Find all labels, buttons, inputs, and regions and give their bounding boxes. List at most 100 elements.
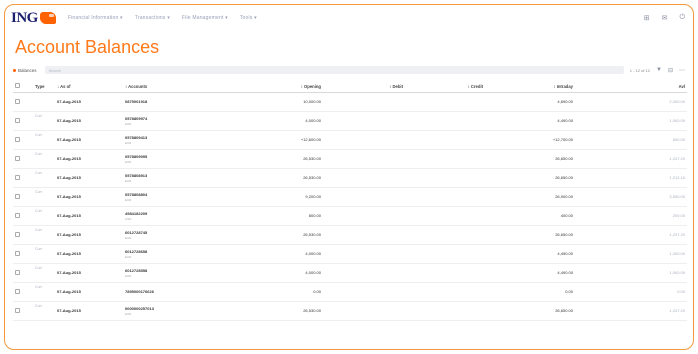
account-cell[interactable]: 6012728658 EUR (123, 244, 233, 264)
row-checkbox[interactable] (15, 136, 20, 142)
table-row[interactable]: Curr 07-Aug-2015 7895000176626 0.00 0.00 0.00 (13, 282, 687, 302)
col-intraday[interactable]: ↕ Intraday (485, 81, 575, 93)
credit-cell (405, 92, 485, 112)
col-type[interactable]: Type (33, 81, 55, 93)
col-as-of[interactable]: ↓ As of (55, 81, 123, 93)
account-currency: EUR (125, 235, 132, 240)
table-row[interactable]: Curr 07-Aug-2015 0578809095 EUR 26,530.00 26,… (13, 149, 687, 169)
account-cell[interactable]: 0578809095 EUR (123, 149, 233, 169)
available-cell: 1,000.00 (575, 244, 687, 264)
row-select-cell[interactable] (13, 282, 33, 302)
credit-cell (405, 130, 485, 150)
account-number[interactable]: 0578808913 (125, 173, 231, 178)
row-checkbox[interactable] (15, 117, 20, 123)
table-row[interactable]: Curr 07-Aug-2015 0578809413 EUR +12,600.00 +1… (13, 130, 687, 150)
account-number[interactable]: 0000000257013 (125, 306, 231, 311)
account-number[interactable]: 0875001918 (125, 99, 231, 104)
intraday-cell: 26,900.00 (485, 187, 575, 207)
table-row[interactable]: Curr 07-Aug-2015 0578808913 EUR 26,530.00 26,… (13, 168, 687, 188)
filter-icon[interactable]: ▼ (656, 67, 662, 73)
row-checkbox[interactable] (15, 269, 20, 275)
row-select-cell[interactable] (13, 130, 33, 150)
row-checkbox[interactable] (15, 288, 20, 294)
select-all-cell[interactable] (13, 81, 33, 93)
table-row[interactable]: Curr 07-Aug-2015 0578808804 EUR 9,200.00 26,9… (13, 187, 687, 207)
row-select-cell[interactable] (13, 206, 33, 226)
col-credit[interactable]: ↕ Credit (405, 81, 485, 93)
as-of-cell: 07-Aug-2015 (55, 225, 123, 245)
as-of-cell: 07-Aug-2015 (55, 282, 123, 302)
account-number[interactable]: 6012728745 (125, 230, 231, 235)
table-row[interactable]: Curr 07-Aug-2015 6012728658 EUR 4,000.00 4,49… (13, 244, 687, 264)
row-checkbox[interactable] (15, 231, 20, 237)
row-select-cell[interactable] (13, 187, 33, 207)
table-row[interactable]: 07-Aug-2015 0875001918 10,000.00 4,690.00 2,… (13, 92, 687, 112)
col-available[interactable]: Avl (575, 81, 687, 93)
nav-financial-information[interactable]: Financial Information ▾ (68, 15, 123, 21)
row-checkbox[interactable] (15, 98, 20, 104)
account-number[interactable]: 6012728658 (125, 249, 231, 254)
account-number[interactable]: 4984182209 (125, 211, 231, 216)
table-row[interactable]: Curr 07-Aug-2015 0578809974 EUR 4,000.00 4,49… (13, 111, 687, 131)
account-number[interactable]: 0578809974 (125, 116, 231, 121)
account-number[interactable]: 0578808804 (125, 192, 231, 197)
logo-text: ING (11, 9, 38, 26)
row-checkbox[interactable] (15, 212, 20, 218)
nav-file-management[interactable]: File Management ▾ (182, 15, 228, 21)
account-cell[interactable]: 6012728745 EUR (123, 225, 233, 245)
row-checkbox[interactable] (15, 155, 20, 161)
account-cell[interactable]: 0578809974 EUR (123, 111, 233, 131)
row-checkbox[interactable] (15, 307, 20, 313)
ing-logo[interactable]: ING (11, 10, 56, 27)
credit-cell (405, 187, 485, 207)
row-checkbox[interactable] (15, 250, 20, 256)
more-options-icon[interactable]: ⋯ (679, 67, 685, 74)
account-cell[interactable]: 0875001918 (123, 92, 233, 112)
account-currency: EUR (125, 254, 132, 259)
export-icon[interactable]: ⊟ (668, 67, 673, 74)
account-cell[interactable]: 7895000176626 (123, 282, 233, 302)
apps-grid-icon[interactable]: ⊞ (644, 14, 650, 22)
account-cell[interactable]: 4984182209 USD (123, 206, 233, 226)
mail-icon[interactable]: ✉ (662, 14, 668, 22)
row-select-cell[interactable] (13, 244, 33, 264)
logout-icon[interactable]: ⏻ (679, 14, 685, 22)
table-row[interactable]: Curr 07-Aug-2015 6012728745 EUR 26,530.00 26,… (13, 225, 687, 245)
col-accounts[interactable]: ↕ Accounts (123, 81, 233, 93)
account-number[interactable]: 6012728558 (125, 268, 231, 273)
col-debit[interactable]: ↕ Debit (323, 81, 405, 93)
nav-tools[interactable]: Tools ▾ (240, 15, 257, 21)
row-select-cell[interactable] (13, 225, 33, 245)
table-row[interactable]: Curr 07-Aug-2015 4984182209 USD 800.00 400.00… (13, 206, 687, 226)
account-number[interactable]: 7895000176626 (125, 289, 231, 294)
row-select-cell[interactable] (13, 263, 33, 283)
account-cell[interactable]: 0578809413 EUR (123, 130, 233, 150)
row-select-cell[interactable] (13, 149, 33, 169)
credit-cell (405, 168, 485, 188)
type-tag: Curr (35, 170, 42, 175)
account-cell[interactable]: 0578808913 EUR (123, 168, 233, 188)
row-checkbox[interactable] (15, 193, 20, 199)
account-cell[interactable]: 0000000257013 EUR (123, 301, 233, 321)
row-select-cell[interactable] (13, 92, 33, 112)
tab-balances[interactable]: Balances (13, 68, 45, 73)
tab-balances-label: Balances (18, 67, 37, 73)
account-number[interactable]: 0578809413 (125, 135, 231, 140)
account-number[interactable]: 0578809095 (125, 154, 231, 159)
credit-cell (405, 149, 485, 169)
select-all-checkbox[interactable] (15, 83, 20, 89)
account-cell[interactable]: 0578808804 EUR (123, 187, 233, 207)
col-opening[interactable]: ↕ Opening (233, 81, 323, 93)
intraday-cell: +12,700.00 (485, 130, 575, 150)
table-row[interactable]: Curr 07-Aug-2015 6012728558 EUR 4,000.00 4,49… (13, 263, 687, 283)
debit-cell (323, 282, 405, 302)
as-of-cell: 07-Aug-2015 (55, 206, 123, 226)
account-cell[interactable]: 6012728558 EUR (123, 263, 233, 283)
search-input[interactable]: Search (44, 66, 624, 74)
row-checkbox[interactable] (15, 174, 20, 180)
row-select-cell[interactable] (13, 168, 33, 188)
row-select-cell[interactable] (13, 111, 33, 131)
nav-transactions[interactable]: Transactions ▾ (135, 15, 170, 21)
table-row[interactable]: Curr 07-Aug-2015 0000000257013 EUR 26,530.00… (13, 301, 687, 321)
row-select-cell[interactable] (13, 301, 33, 321)
